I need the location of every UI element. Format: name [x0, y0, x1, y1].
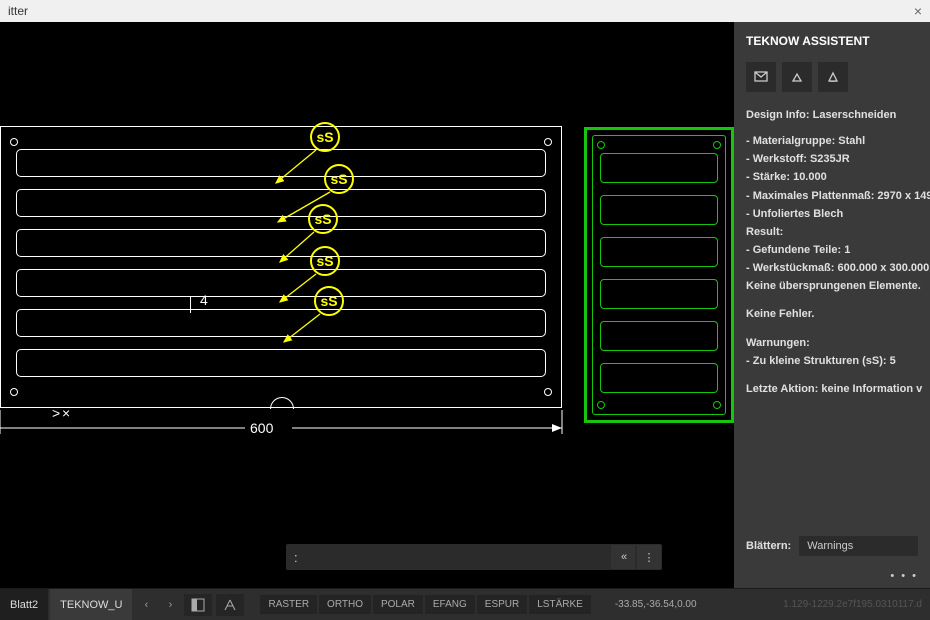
status-bar: Blatt2 TEKNOW_U ‹ › RASTER ORTHO POLAR E… — [0, 588, 930, 620]
browse-dropdown[interactable]: Warnings — [799, 536, 918, 556]
result-heading: Result: — [746, 223, 918, 241]
info-unlaminated: - Unfoliertes Blech — [746, 205, 918, 223]
assistant-action-2-icon[interactable] — [782, 62, 812, 92]
assistant-action-1-icon[interactable] — [746, 62, 776, 92]
dimension-label-600: 600 — [250, 420, 273, 436]
warning-marker-ss[interactable]: sS — [310, 246, 340, 276]
warnings-heading: Warnungen: — [746, 334, 918, 352]
info-max-plate: - Maximales Plattenmaß: 2970 x 149 — [746, 187, 918, 205]
drawing-canvas[interactable]: sS sS sS sS sS 4 > — [0, 22, 734, 588]
result-part-preview — [584, 127, 734, 423]
warning-marker-ss[interactable]: sS — [310, 122, 340, 152]
layout-icon-1[interactable] — [184, 594, 212, 616]
design-info-heading: Design Info: Laserschneiden — [746, 106, 918, 124]
info-material-group: - Materialgruppe: Stahl — [746, 132, 918, 150]
main-part-drawing — [0, 126, 562, 408]
browse-label: Blättern: — [746, 540, 791, 552]
command-history-icon[interactable]: « — [611, 545, 635, 569]
tab-blatt2[interactable]: Blatt2 — [0, 589, 48, 620]
assistant-title: TEKNOW ASSISTENT — [746, 34, 870, 48]
warning-marker-ss[interactable]: sS — [324, 164, 354, 194]
assistant-panel: TEKNOW ASSISTENT Design Info: Laserschne… — [734, 22, 930, 588]
result-found-parts: - Gefundene Teile: 1 — [746, 241, 918, 259]
assistant-action-3-icon[interactable] — [818, 62, 848, 92]
last-action: Letzte Aktion: keine Information v — [746, 380, 918, 398]
window-title: itter — [8, 4, 28, 18]
info-thickness: - Stärke: 10.000 — [746, 168, 918, 186]
no-errors: Keine Fehler. — [746, 305, 918, 323]
cursor-coordinates: -33.85,-36.54,0.00 — [615, 599, 697, 610]
tab-prev-icon[interactable]: ‹ — [134, 599, 158, 611]
tab-teknow[interactable]: TEKNOW_U — [50, 589, 132, 620]
tab-next-icon[interactable]: › — [158, 599, 182, 611]
browse-value: Warnings — [807, 540, 853, 552]
toggle-espur[interactable]: ESPUR — [477, 595, 527, 614]
build-string: 1.129-1229.2e7f195.0310117.d — [783, 599, 922, 610]
warning-marker-ss[interactable]: sS — [308, 204, 338, 234]
close-icon[interactable]: × — [914, 3, 922, 19]
warning-marker-ss[interactable]: sS — [314, 286, 344, 316]
dimension-label-4: 4 — [200, 292, 208, 308]
toggle-lstaerke[interactable]: LSTÄRKE — [529, 595, 591, 614]
command-prompt[interactable]: : — [286, 550, 610, 565]
layout-icon-2[interactable] — [216, 594, 244, 616]
info-material: - Werkstoff: S235JR — [746, 150, 918, 168]
result-piece-dim: - Werkstückmaß: 600.000 x 300.000 — [746, 259, 918, 277]
warning-ss: - Zu kleine Strukturen (sS): 5 — [746, 352, 918, 370]
panel-drag-handle-icon[interactable]: • • • — [734, 570, 930, 588]
toggle-polar[interactable]: POLAR — [373, 595, 423, 614]
main-area: sS sS sS sS sS 4 > — [0, 22, 930, 588]
toggle-efang[interactable]: EFANG — [425, 595, 475, 614]
command-menu-icon[interactable]: ⋮ — [637, 545, 661, 569]
toggle-raster[interactable]: RASTER — [260, 595, 317, 614]
command-bar[interactable]: : « ⋮ — [286, 544, 662, 570]
result-skipped: Keine übersprungenen Elemente. — [746, 277, 918, 295]
title-bar: itter × — [0, 0, 930, 22]
toggle-ortho[interactable]: ORTHO — [319, 595, 371, 614]
